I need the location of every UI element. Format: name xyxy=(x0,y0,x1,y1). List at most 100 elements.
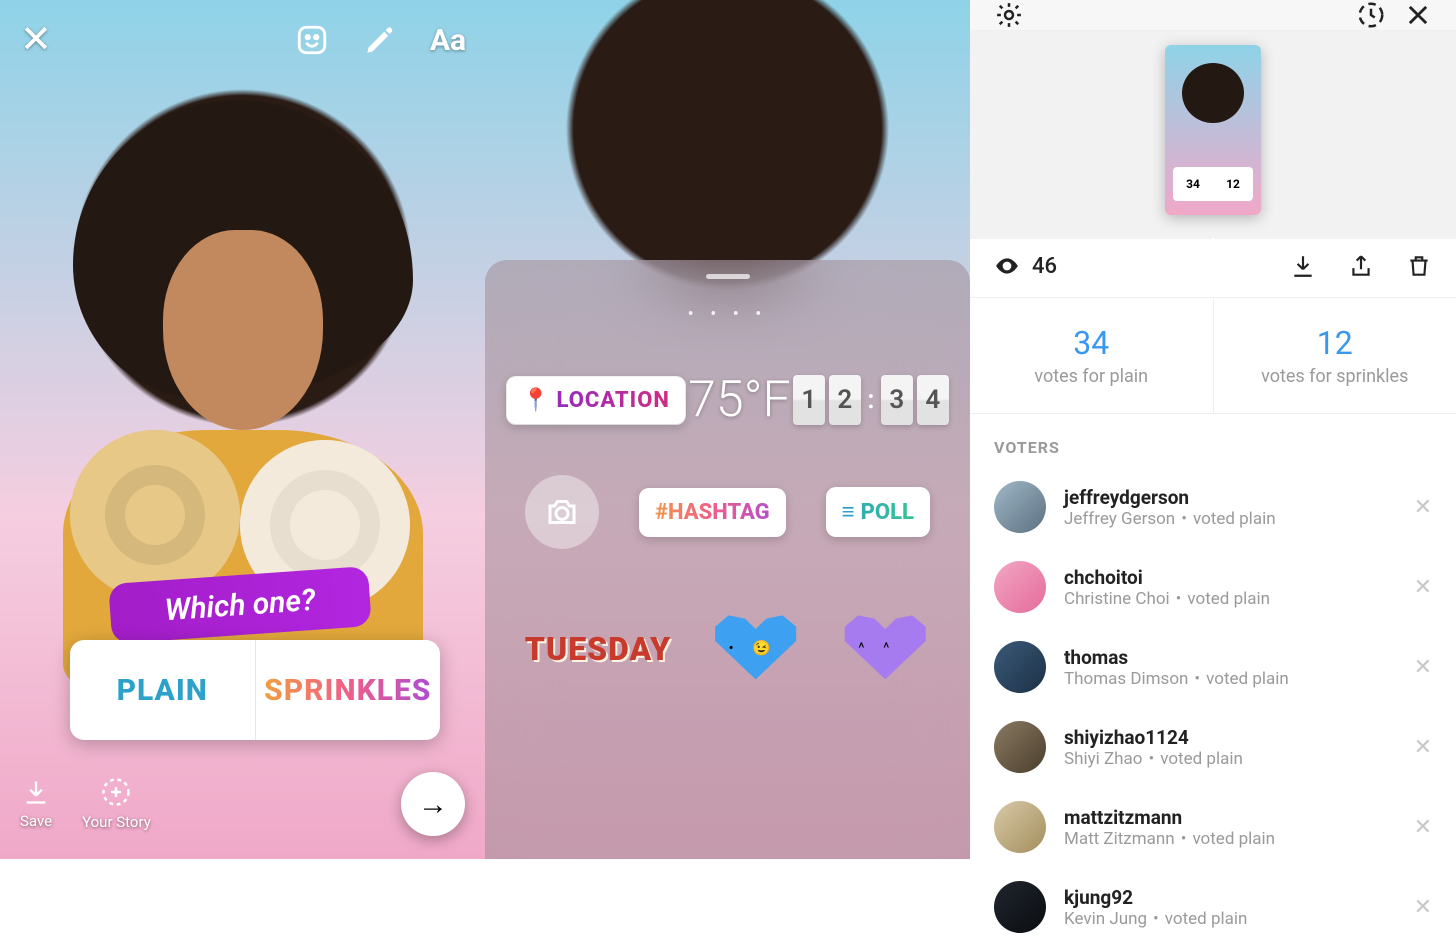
voter-row[interactable]: shiyizhao1124Shiyi Zhao•voted plain ✕ xyxy=(970,707,1456,787)
trash-icon[interactable] xyxy=(1406,253,1432,279)
clock-sticker[interactable]: 1 2 : 3 4 xyxy=(793,375,949,425)
add-to-story-icon xyxy=(101,777,131,807)
avatar[interactable] xyxy=(994,881,1046,933)
selfie-sticker[interactable] xyxy=(525,475,599,549)
voter-username: chchoitoi xyxy=(1064,566,1396,589)
pin-icon: 📍 xyxy=(522,388,550,413)
next-button[interactable]: → xyxy=(401,772,465,836)
voter-info: thomasThomas Dimson•voted plain xyxy=(1064,646,1396,689)
voter-row[interactable]: chchoitoiChristine Choi•voted plain ✕ xyxy=(970,547,1456,627)
day-of-week-sticker[interactable]: TUESDAY xyxy=(525,630,671,668)
vote-label-sprinkles: votes for sprinkles xyxy=(1224,366,1447,387)
avatar[interactable] xyxy=(994,801,1046,853)
voter-info: jeffreydgersonJeffrey Gerson•voted plain xyxy=(1064,486,1396,529)
poll-sticker-option[interactable]: ≡ POLL xyxy=(826,487,930,537)
voters-list: jeffreydgersonJeffrey Gerson•voted plain… xyxy=(970,467,1456,947)
voter-info: chchoitoiChristine Choi•voted plain xyxy=(1064,566,1396,609)
hashtag-label: #HASHTAG xyxy=(655,500,770,525)
remove-voter-icon[interactable]: ✕ xyxy=(1414,895,1432,920)
poll-results-panel: 34 12 46 34 votes for plain 12 votes for… xyxy=(970,0,1456,859)
vote-count-sprinkles: 12 xyxy=(1224,324,1447,362)
voter-subtitle: Matt Zitzmann•voted plain xyxy=(1064,829,1396,849)
close-icon[interactable] xyxy=(1404,1,1432,29)
vote-count-plain: 34 xyxy=(980,324,1203,362)
voter-row[interactable]: mattzitzmannMatt Zitzmann•voted plain ✕ xyxy=(970,787,1456,867)
voter-username: mattzitzmann xyxy=(1064,806,1396,829)
voter-subtitle: Christine Choi•voted plain xyxy=(1064,589,1396,609)
sticker-tray-icon[interactable] xyxy=(295,23,329,57)
boomerang-icon[interactable] xyxy=(1356,0,1386,30)
sheet-drag-handle[interactable] xyxy=(706,274,750,279)
voter-username: shiyizhao1124 xyxy=(1064,726,1396,749)
remove-voter-icon[interactable]: ✕ xyxy=(1414,735,1432,760)
voter-row[interactable]: thomasThomas Dimson•voted plain ✕ xyxy=(970,627,1456,707)
your-story-button[interactable]: Your Story xyxy=(82,777,151,831)
voter-username: kjung92 xyxy=(1064,886,1396,909)
voter-subtitle: Kevin Jung•voted plain xyxy=(1064,909,1396,929)
save-button[interactable]: Save xyxy=(20,778,52,830)
remove-voter-icon[interactable]: ✕ xyxy=(1414,575,1432,600)
thumb-vote-left: 34 xyxy=(1173,167,1213,201)
purple-heart-sticker[interactable]: ^ ^ xyxy=(840,609,930,689)
avatar[interactable] xyxy=(994,641,1046,693)
story-preview-region: 34 12 xyxy=(970,31,1456,239)
text-tool-icon[interactable]: Aa xyxy=(431,23,465,57)
voter-row[interactable]: jeffreydgersonJeffrey Gerson•voted plain… xyxy=(970,467,1456,547)
poll-icon: ≡ xyxy=(842,499,855,525)
hashtag-sticker[interactable]: #HASHTAG xyxy=(639,488,786,537)
results-header xyxy=(970,0,1456,31)
voters-section-label: VOTERS xyxy=(970,414,1456,467)
story-editor-panel: ✕ Aa Which one? PLAIN SPRINKLES Save You… xyxy=(0,0,485,859)
download-icon[interactable] xyxy=(1290,253,1316,279)
arrow-right-icon: → xyxy=(418,787,448,822)
view-count: 46 xyxy=(1032,254,1057,279)
eye-icon xyxy=(994,253,1020,279)
photo-donut-plain xyxy=(70,430,240,600)
remove-voter-icon[interactable]: ✕ xyxy=(1414,815,1432,840)
draw-icon[interactable] xyxy=(363,23,397,57)
clock-colon: : xyxy=(865,375,877,425)
clock-digit-1: 1 xyxy=(793,375,825,425)
voter-info: kjung92Kevin Jung•voted plain xyxy=(1064,886,1396,929)
sticker-sheet[interactable]: • • • • 📍 LOCATION 75°F 1 2 : 3 4 #HASHT… xyxy=(485,260,970,859)
voter-subtitle: Jeffrey Gerson•voted plain xyxy=(1064,509,1396,529)
vote-col-plain[interactable]: 34 votes for plain xyxy=(970,298,1213,413)
share-icon[interactable] xyxy=(1348,253,1374,279)
camera-icon xyxy=(544,494,580,530)
thumbnail-caret xyxy=(1199,237,1227,251)
voter-info: shiyizhao1124Shiyi Zhao•voted plain xyxy=(1064,726,1396,769)
vote-summary: 34 votes for plain 12 votes for sprinkle… xyxy=(970,297,1456,414)
settings-icon[interactable] xyxy=(994,0,1024,30)
poll-sticker[interactable]: PLAIN SPRINKLES xyxy=(70,640,440,740)
clock-digit-2: 2 xyxy=(829,375,861,425)
vote-col-sprinkles[interactable]: 12 votes for sprinkles xyxy=(1213,298,1456,413)
voter-subtitle: Thomas Dimson•voted plain xyxy=(1064,669,1396,689)
avatar[interactable] xyxy=(994,561,1046,613)
clock-digit-3: 3 xyxy=(881,375,913,425)
remove-voter-icon[interactable]: ✕ xyxy=(1414,655,1432,680)
voter-subtitle: Shiyi Zhao•voted plain xyxy=(1064,749,1396,769)
download-icon xyxy=(22,778,50,806)
vote-label-plain: votes for plain xyxy=(980,366,1203,387)
voter-username: jeffreydgerson xyxy=(1064,486,1396,509)
editor-bottom-bar: Save Your Story → xyxy=(0,749,485,859)
photo-subject-face xyxy=(163,230,323,430)
poll-option-right[interactable]: SPRINKLES xyxy=(256,640,441,740)
avatar[interactable] xyxy=(994,481,1046,533)
temperature-sticker[interactable]: 75°F xyxy=(688,371,791,429)
avatar[interactable] xyxy=(994,721,1046,773)
poll-option-left[interactable]: PLAIN xyxy=(70,640,256,740)
close-icon[interactable]: ✕ xyxy=(20,21,52,59)
voter-row[interactable]: kjung92Kevin Jung•voted plain ✕ xyxy=(970,867,1456,947)
thumb-vote-right: 12 xyxy=(1213,167,1253,201)
location-sticker[interactable]: 📍 LOCATION xyxy=(506,376,686,425)
blue-heart-sticker[interactable]: • 😉 xyxy=(711,609,801,689)
voter-username: thomas xyxy=(1064,646,1396,669)
editor-top-bar: ✕ Aa xyxy=(0,0,485,80)
story-thumbnail[interactable]: 34 12 xyxy=(1165,45,1261,215)
page-dots: • • • • xyxy=(505,304,950,325)
voter-info: mattzitzmannMatt Zitzmann•voted plain xyxy=(1064,806,1396,849)
poll-label: POLL xyxy=(861,500,914,525)
remove-voter-icon[interactable]: ✕ xyxy=(1414,495,1432,520)
sticker-tray-panel: • • • • 📍 LOCATION 75°F 1 2 : 3 4 #HASHT… xyxy=(485,0,970,859)
